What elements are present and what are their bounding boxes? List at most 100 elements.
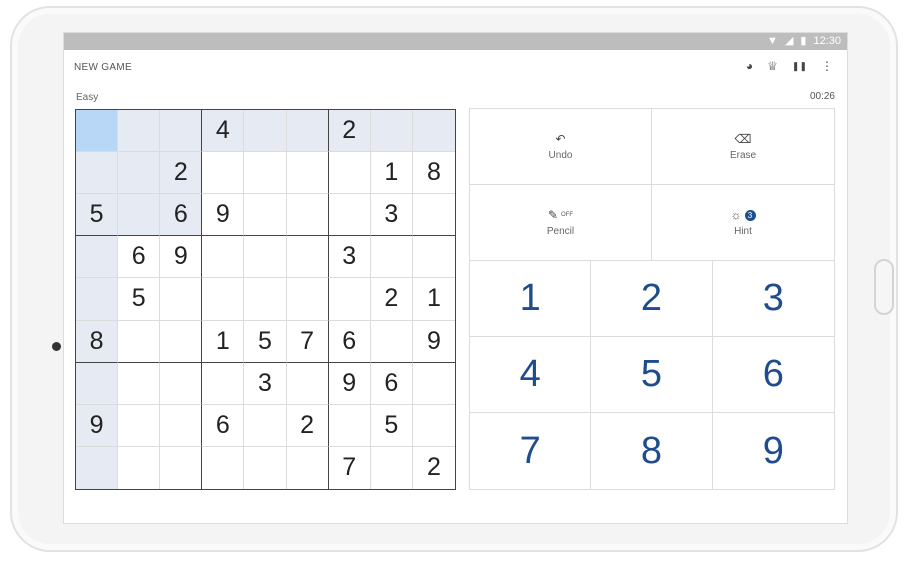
- board-cell[interactable]: 7: [329, 446, 371, 489]
- board-cell[interactable]: 6: [370, 362, 413, 405]
- board-cell[interactable]: [118, 152, 161, 195]
- board-cell[interactable]: [286, 194, 329, 237]
- number-button-1[interactable]: 1: [470, 261, 592, 337]
- trophy-icon[interactable]: ♕: [767, 59, 778, 73]
- number-button-6[interactable]: 6: [712, 337, 834, 413]
- board-cell[interactable]: 1: [370, 152, 413, 195]
- board-cell[interactable]: [118, 404, 161, 447]
- board-cell[interactable]: [118, 110, 161, 153]
- board-cell[interactable]: [160, 446, 203, 489]
- board-cell[interactable]: [244, 404, 287, 447]
- board-cell[interactable]: [412, 405, 455, 447]
- board-cell[interactable]: [370, 236, 413, 279]
- undo-button[interactable]: ↶ Undo: [470, 109, 652, 185]
- board-cell[interactable]: [160, 362, 203, 405]
- number-button-4[interactable]: 4: [470, 337, 592, 413]
- board-cell[interactable]: [286, 362, 329, 405]
- number-button-7[interactable]: 7: [470, 413, 592, 489]
- board-cell[interactable]: [287, 446, 329, 489]
- board-cell[interactable]: [244, 110, 287, 153]
- board-cell[interactable]: 6: [202, 404, 245, 447]
- board-cell[interactable]: [371, 446, 413, 489]
- board-cell[interactable]: [118, 320, 161, 363]
- number-button-2[interactable]: 2: [591, 261, 713, 337]
- board-cell[interactable]: [202, 152, 245, 195]
- more-icon[interactable]: ⋮: [821, 59, 833, 73]
- board-cell[interactable]: [76, 110, 119, 153]
- number-button-3[interactable]: 3: [712, 261, 834, 337]
- board-cell[interactable]: 5: [244, 320, 287, 363]
- board-cell[interactable]: 3: [244, 362, 287, 405]
- board-cell[interactable]: [370, 320, 413, 363]
- board-cell[interactable]: 9: [412, 321, 455, 363]
- hint-button[interactable]: ☼ 3 Hint: [652, 185, 834, 261]
- board-cell[interactable]: 2: [413, 447, 455, 489]
- board-cell[interactable]: [76, 152, 119, 195]
- board-cell[interactable]: 8: [412, 152, 455, 195]
- board-cell[interactable]: 2: [370, 278, 413, 321]
- board-cell[interactable]: [160, 110, 203, 153]
- board-cell[interactable]: [370, 110, 413, 153]
- board-cell[interactable]: 9: [160, 236, 203, 279]
- number-button-8[interactable]: 8: [591, 413, 713, 489]
- board-cell[interactable]: 6: [118, 236, 161, 279]
- number-button-9[interactable]: 9: [713, 413, 834, 489]
- board-cell[interactable]: 5: [118, 278, 161, 321]
- board-cell[interactable]: 4: [202, 110, 245, 153]
- board-cell[interactable]: [202, 278, 245, 321]
- board-cell[interactable]: [244, 152, 287, 195]
- board-cell[interactable]: [76, 446, 119, 489]
- board-cell[interactable]: [76, 362, 119, 405]
- board-cell[interactable]: [286, 278, 329, 321]
- board-cell[interactable]: 6: [328, 320, 371, 363]
- board-cell[interactable]: [160, 278, 203, 321]
- board-cell[interactable]: [412, 194, 455, 237]
- board-cell[interactable]: [202, 446, 245, 489]
- palette-icon[interactable]: ◕: [746, 59, 753, 73]
- home-button[interactable]: [874, 259, 894, 315]
- board-cell[interactable]: [328, 152, 371, 195]
- new-game-button[interactable]: NEW GAME: [74, 62, 132, 73]
- board-cell[interactable]: [76, 278, 119, 321]
- board-cell[interactable]: [202, 236, 245, 279]
- board-cell[interactable]: 1: [202, 320, 245, 363]
- board-cell[interactable]: [328, 278, 371, 321]
- board-cell[interactable]: [328, 404, 371, 447]
- board-cell[interactable]: 9: [202, 194, 245, 237]
- board-cell[interactable]: [328, 194, 371, 237]
- board-cell[interactable]: [118, 362, 161, 405]
- board-cell[interactable]: [286, 236, 329, 279]
- board-cell[interactable]: [202, 362, 245, 405]
- board-cell[interactable]: 6: [160, 194, 203, 237]
- board-cell[interactable]: [412, 236, 455, 279]
- board-cell[interactable]: [244, 446, 287, 489]
- board-cell[interactable]: [286, 110, 329, 153]
- board-cell[interactable]: [160, 320, 203, 363]
- board-cell[interactable]: [244, 236, 287, 279]
- board-cell[interactable]: 2: [160, 152, 203, 195]
- board-cell[interactable]: 2: [286, 404, 329, 447]
- board-cell[interactable]: [160, 404, 203, 447]
- board-cell[interactable]: 9: [76, 404, 119, 447]
- board-cell[interactable]: 7: [286, 320, 329, 363]
- board-cell[interactable]: [244, 278, 287, 321]
- board-cell[interactable]: [244, 194, 287, 237]
- number-button-5[interactable]: 5: [591, 337, 713, 413]
- board-cell[interactable]: [76, 236, 119, 279]
- board-cell[interactable]: 5: [370, 404, 413, 447]
- board-cell[interactable]: 9: [328, 362, 371, 405]
- board-cell[interactable]: [286, 152, 329, 195]
- board-cell[interactable]: [412, 110, 455, 153]
- pencil-button[interactable]: ✎ OFF Pencil: [470, 185, 652, 261]
- board-cell[interactable]: 3: [328, 236, 371, 279]
- board-cell[interactable]: 3: [370, 194, 413, 237]
- board-cell[interactable]: [412, 363, 455, 405]
- board-cell[interactable]: [118, 194, 161, 237]
- board-cell[interactable]: [118, 446, 161, 489]
- erase-button[interactable]: ⌫ Erase: [652, 109, 834, 185]
- board-cell[interactable]: 1: [412, 278, 455, 321]
- board-cell[interactable]: 5: [76, 194, 119, 237]
- pause-icon[interactable]: ❚❚: [792, 61, 807, 73]
- board-cell[interactable]: 2: [328, 110, 371, 153]
- board-cell[interactable]: 8: [76, 320, 119, 363]
